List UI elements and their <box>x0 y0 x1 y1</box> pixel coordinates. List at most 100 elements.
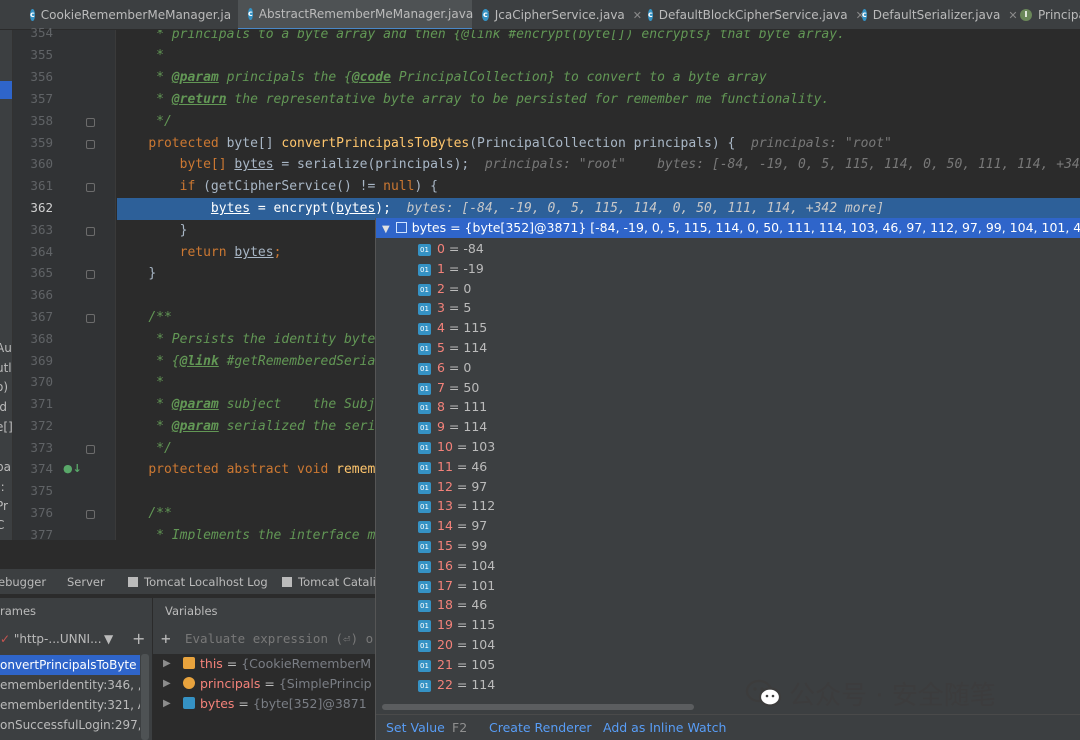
primitive-value-icon: 01 <box>418 620 431 633</box>
array-element[interactable]: 01 4 = 115 <box>418 318 487 338</box>
close-icon[interactable]: ✕ <box>633 9 642 22</box>
bytes-tree-node[interactable]: ▼ bytes = {byte[352]@3871} [-84, -19, 0, … <box>376 218 1080 238</box>
tab-tomcat-catalina[interactable]: Tomcat Catalin <box>282 575 375 589</box>
code-line: * principals to a byte array and then {@… <box>156 30 845 42</box>
element-index: 17 <box>437 577 453 593</box>
array-element[interactable]: 01 16 = 104 <box>418 556 495 576</box>
thread-icon: ✓ <box>0 632 11 646</box>
add-icon[interactable]: + <box>132 628 145 650</box>
line-number: 371 <box>30 396 53 411</box>
implemented-method-icon[interactable]: ●↓ <box>63 462 82 475</box>
array-element[interactable]: 01 7 = 50 <box>418 378 479 398</box>
current-line-number: 362 <box>30 200 53 215</box>
array-element[interactable]: 01 19 = 115 <box>418 615 495 635</box>
tab-cookie-remember-me-manager[interactable]: c CookieRememberMeManager.ja ✕ <box>30 0 248 29</box>
filter-icon[interactable]: ▼ <box>104 628 113 650</box>
array-element[interactable]: 01 15 = 99 <box>418 536 487 556</box>
add-inline-watch-link[interactable]: Add as Inline Watch <box>603 715 726 740</box>
scroll-thumb[interactable] <box>382 704 694 710</box>
variable-principals[interactable]: ▶ principals = {SimplePrincip <box>153 674 372 694</box>
line-number: 372 <box>30 418 53 433</box>
stack-frame[interactable]: ememberIdentity:346, , <box>0 675 140 695</box>
array-element[interactable]: 01 8 = 111 <box>418 397 487 417</box>
primitive-value-icon: 01 <box>418 461 431 474</box>
structure-fragment: e[] <box>0 420 13 434</box>
expand-arrow-icon[interactable]: ▶ <box>163 654 171 674</box>
set-value-shortcut: F2 <box>452 720 468 735</box>
create-renderer-link[interactable]: Create Renderer <box>489 715 592 740</box>
array-element[interactable]: 01 18 = 46 <box>418 595 487 615</box>
line-number: 376 <box>30 505 53 520</box>
array-element[interactable]: 01 17 = 101 <box>418 576 495 596</box>
primitive-value-icon: 01 <box>418 382 431 395</box>
structure-fragment: C <box>0 518 4 532</box>
stack-frame[interactable]: ememberIdentity:321, A <box>0 695 140 715</box>
fold-marker-icon[interactable] <box>86 118 95 127</box>
tab-tomcat-localhost-log[interactable]: Tomcat Localhost Log <box>128 575 268 589</box>
array-element[interactable]: 01 21 = 105 <box>418 655 495 675</box>
array-element[interactable]: 01 12 = 97 <box>418 477 487 497</box>
array-element[interactable]: 01 10 = 103 <box>418 437 495 457</box>
array-element[interactable]: 01 20 = 104 <box>418 635 495 655</box>
element-index: 14 <box>437 518 453 534</box>
variable-this[interactable]: ▶ this = {CookieRememberM <box>153 654 371 674</box>
tab-default-serializer[interactable]: c DefaultSerializer.java ✕ <box>862 0 1018 29</box>
equals-sign: = <box>444 359 464 375</box>
element-value: 5 <box>463 300 472 316</box>
primitive-value-icon: 01 <box>418 659 431 672</box>
expand-arrow-icon[interactable]: ▶ <box>163 694 171 714</box>
element-index: 1 <box>437 260 445 276</box>
interface-icon: I <box>1020 9 1032 21</box>
array-element[interactable]: 01 11 = 46 <box>418 457 487 477</box>
fold-marker-icon[interactable] <box>86 227 95 236</box>
array-element[interactable]: 01 3 = 5 <box>418 298 471 318</box>
array-element[interactable]: 01 1 = -19 <box>418 259 484 279</box>
close-icon[interactable]: ✕ <box>1008 9 1017 22</box>
popup-actions: Set Value F2 Create Renderer Add as Inli… <box>376 714 1080 740</box>
evaluate-expression-input[interactable]: + Evaluate expression (⏎) o <box>153 624 375 654</box>
array-element[interactable]: 01 5 = 114 <box>418 338 487 358</box>
collapse-arrow-icon[interactable]: ▼ <box>382 224 390 235</box>
array-element[interactable]: 01 6 = 0 <box>418 358 471 378</box>
stack-frame[interactable]: onSuccessfulLogin:297, <box>0 715 140 735</box>
variable-bytes[interactable]: ▶ bytes = {byte[352]@3871 <box>153 694 367 714</box>
tab-principal[interactable]: I Principa <box>1020 0 1080 29</box>
element-value: 114 <box>463 340 488 355</box>
structure-fragment: o) <box>0 380 9 394</box>
tab-abstract-remember-me-manager[interactable]: c AbstractRememberMeManager.java ✕ <box>238 0 490 29</box>
array-element[interactable]: 01 14 = 97 <box>418 516 487 536</box>
tab-label: JcaCipherService.java <box>494 8 625 22</box>
line-number: 375 <box>30 483 53 498</box>
expand-arrow-icon[interactable]: ▶ <box>163 674 171 694</box>
frames-scrollbar[interactable] <box>141 654 149 740</box>
fold-marker-icon[interactable] <box>86 140 95 149</box>
primitive-value-icon: 01 <box>418 303 431 316</box>
stack-frame[interactable]: onvertPrincipalsToByte <box>0 655 140 675</box>
tab-default-block-cipher-service[interactable]: c DefaultBlockCipherService.java ✕ <box>648 0 865 29</box>
line-number-gutter[interactable]: 354 355 356 357 358 359 360 361 362 363 … <box>13 25 116 542</box>
fold-marker-icon[interactable] <box>86 314 95 323</box>
array-element[interactable]: 01 2 = 0 <box>418 279 471 299</box>
tab-jca-cipher-service[interactable]: c JcaCipherService.java ✕ <box>482 0 642 29</box>
fold-marker-icon[interactable] <box>86 183 95 192</box>
tab-server[interactable]: Server <box>67 575 105 589</box>
line-number: 357 <box>30 91 53 106</box>
array-element[interactable]: 01 22 = 114 <box>418 675 495 695</box>
fold-marker-icon[interactable] <box>86 510 95 519</box>
element-index: 9 <box>437 419 445 435</box>
equals-sign: = <box>452 656 472 672</box>
equals-sign: = <box>452 617 472 633</box>
element-value: 97 <box>471 478 488 494</box>
fold-marker-icon[interactable] <box>86 270 95 279</box>
array-element[interactable]: 01 13 = 112 <box>418 496 495 516</box>
tab-debugger[interactable]: ebugger <box>0 575 46 589</box>
primitive-value-icon: 01 <box>418 679 431 692</box>
thread-selector[interactable]: ✓ "http-...UNNI... ▼ + <box>0 628 152 650</box>
add-watch-icon[interactable]: + <box>161 624 171 654</box>
element-value: 114 <box>471 676 496 692</box>
equals-sign: = <box>444 419 464 435</box>
array-element[interactable]: 01 0 = -84 <box>418 239 484 259</box>
fold-marker-icon[interactable] <box>86 445 95 454</box>
set-value-link[interactable]: Set Value <box>386 715 445 740</box>
array-element[interactable]: 01 9 = 114 <box>418 417 487 437</box>
